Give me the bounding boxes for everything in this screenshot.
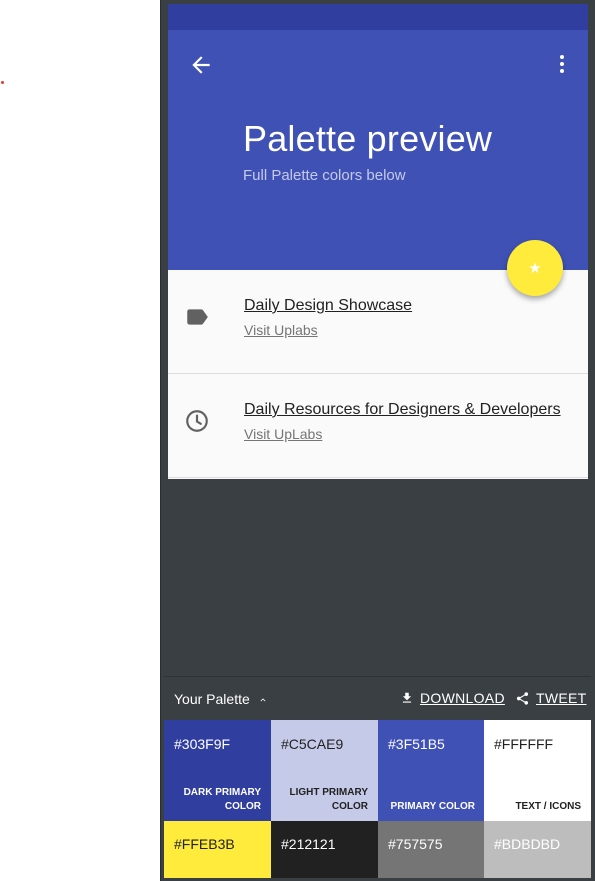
page-title: Palette preview	[243, 118, 493, 159]
download-icon	[402, 692, 412, 703]
clock-icon	[186, 410, 208, 432]
swatch-hex: #303F9F	[174, 736, 231, 752]
download-label: DOWNLOAD	[420, 690, 505, 706]
back-arrow-icon[interactable]	[188, 52, 214, 78]
favorite-fab-button[interactable]: ★	[507, 240, 563, 296]
swatch-name: TEXT / ICONS	[515, 801, 581, 812]
tweet-button[interactable]: TWEET	[515, 690, 587, 706]
list-item-link[interactable]: Visit UpLabs	[244, 426, 322, 442]
palette-header: Your Palette DOWNLOAD TWEET	[164, 676, 591, 720]
download-button[interactable]: DOWNLOAD	[400, 690, 505, 706]
status-bar	[168, 4, 588, 30]
swatch-primary: #3F51B5 PRIMARY COLOR	[378, 720, 485, 821]
swatch-dark-primary: #303F9F DARK PRIMARY COLOR	[164, 720, 271, 821]
palette-title: Your Palette	[174, 691, 250, 707]
page-subtitle: Full Palette colors below	[243, 167, 406, 184]
list-item-title[interactable]: Daily Design Showcase	[244, 297, 412, 315]
swatch-accent: #FFEB3B	[164, 821, 271, 878]
share-icon	[516, 691, 529, 705]
swatch-divider: #BDBDBD	[484, 821, 591, 878]
list-item-title[interactable]: Daily Resources for Designers & Develope…	[244, 401, 561, 419]
list-item-link[interactable]: Visit Uplabs	[244, 322, 318, 338]
swatch-text-icons: #FFFFFF TEXT / ICONS	[484, 720, 591, 821]
swatch-name: PRIMARY COLOR	[390, 801, 475, 812]
star-icon: ★	[528, 259, 542, 277]
swatch-light-primary: #C5CAE9 LIGHT PRIMARY COLOR	[271, 720, 378, 821]
app-bar: Palette preview Full Palette colors belo…	[168, 30, 588, 270]
phone-preview: Palette preview Full Palette colors belo…	[168, 4, 588, 479]
swatch-name: LIGHT PRIMARY COLOR	[289, 787, 368, 812]
swatch-hex: #757575	[388, 836, 443, 852]
red-dot	[1, 81, 4, 84]
label-icon	[187, 309, 208, 325]
swatch-secondary-text: #757575	[378, 821, 485, 878]
swatch-hex: #FFEB3B	[174, 836, 235, 852]
tweet-label: TWEET	[536, 690, 587, 706]
more-vert-icon[interactable]	[550, 52, 574, 76]
palette-toggle[interactable]: Your Palette	[174, 691, 268, 707]
swatch-primary-text: #212121	[271, 821, 378, 878]
swatch-name: DARK PRIMARY COLOR	[183, 787, 261, 812]
swatch-hex: #FFFFFF	[494, 736, 554, 752]
swatch-hex: #C5CAE9	[281, 736, 344, 752]
list-item[interactable]: Daily Resources for Designers & Develope…	[168, 374, 588, 478]
swatch-hex: #BDBDBD	[494, 836, 561, 852]
chevron-up-icon	[260, 698, 266, 702]
swatch-hex: #212121	[281, 836, 336, 852]
swatch-hex: #3F51B5	[388, 736, 445, 752]
palette-swatches: #303F9F DARK PRIMARY COLOR #C5CAE9 LIGHT…	[164, 720, 591, 878]
